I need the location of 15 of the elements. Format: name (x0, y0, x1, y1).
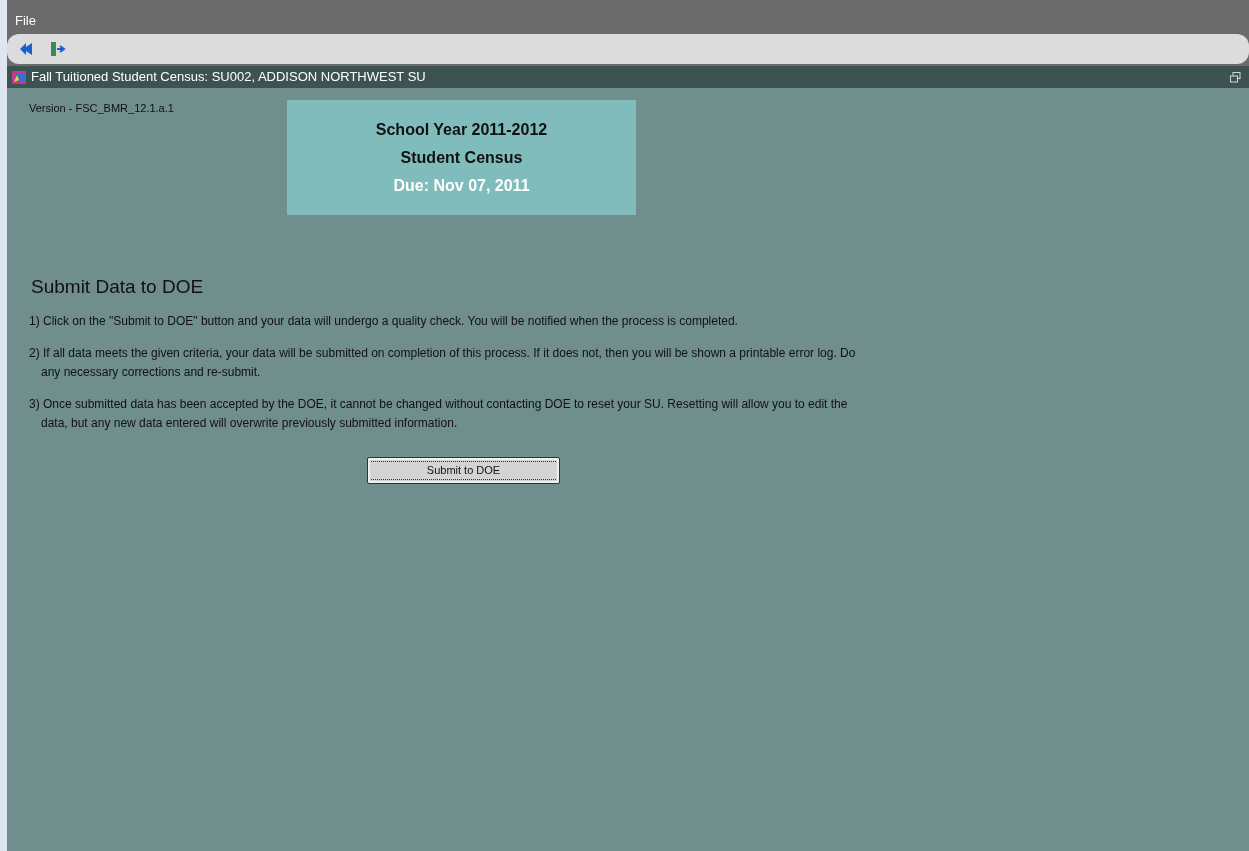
due-date: Due: Nov 07, 2011 (393, 175, 530, 196)
census-title: Student Census (400, 147, 523, 168)
menu-item[interactable]: File (15, 11, 36, 31)
submit-button[interactable]: Submit to DOE (367, 456, 560, 484)
form-icon (11, 69, 27, 85)
exit-door-icon[interactable] (49, 41, 67, 57)
back-arrow-icon[interactable] (19, 42, 33, 56)
version-label: Version - FSC_BMR_12.1.a.1 (29, 101, 175, 116)
instruction-text: 2) If all data meets the given criteria, your data will be submitted on completion of this process. If it does not, then you will be shown a printable error log. Do any necessary corrections and re-submit. (29, 344, 857, 381)
instruction-text: 3) Once submitted data has been accepted by the DOE, it cannot be changed without contacting DOE to reset your SU. Resetting will allow you to edit the data, but any new data entered will overwrite previously submitted information. (29, 395, 849, 432)
school-year-title: School Year 2011-2012 (375, 119, 548, 140)
restore-icon[interactable] (1230, 71, 1241, 83)
instruction-text: 1) Click on the "Submit to DOE" button and your data will undergo a quality check. You will be notified when the process is completed. (29, 312, 739, 330)
section-heading: Submit Data to DOE (31, 275, 205, 299)
window-title: Fall Tuitioned Student Census: SU002, ADDISON NORTHWEST SU (31, 68, 427, 87)
